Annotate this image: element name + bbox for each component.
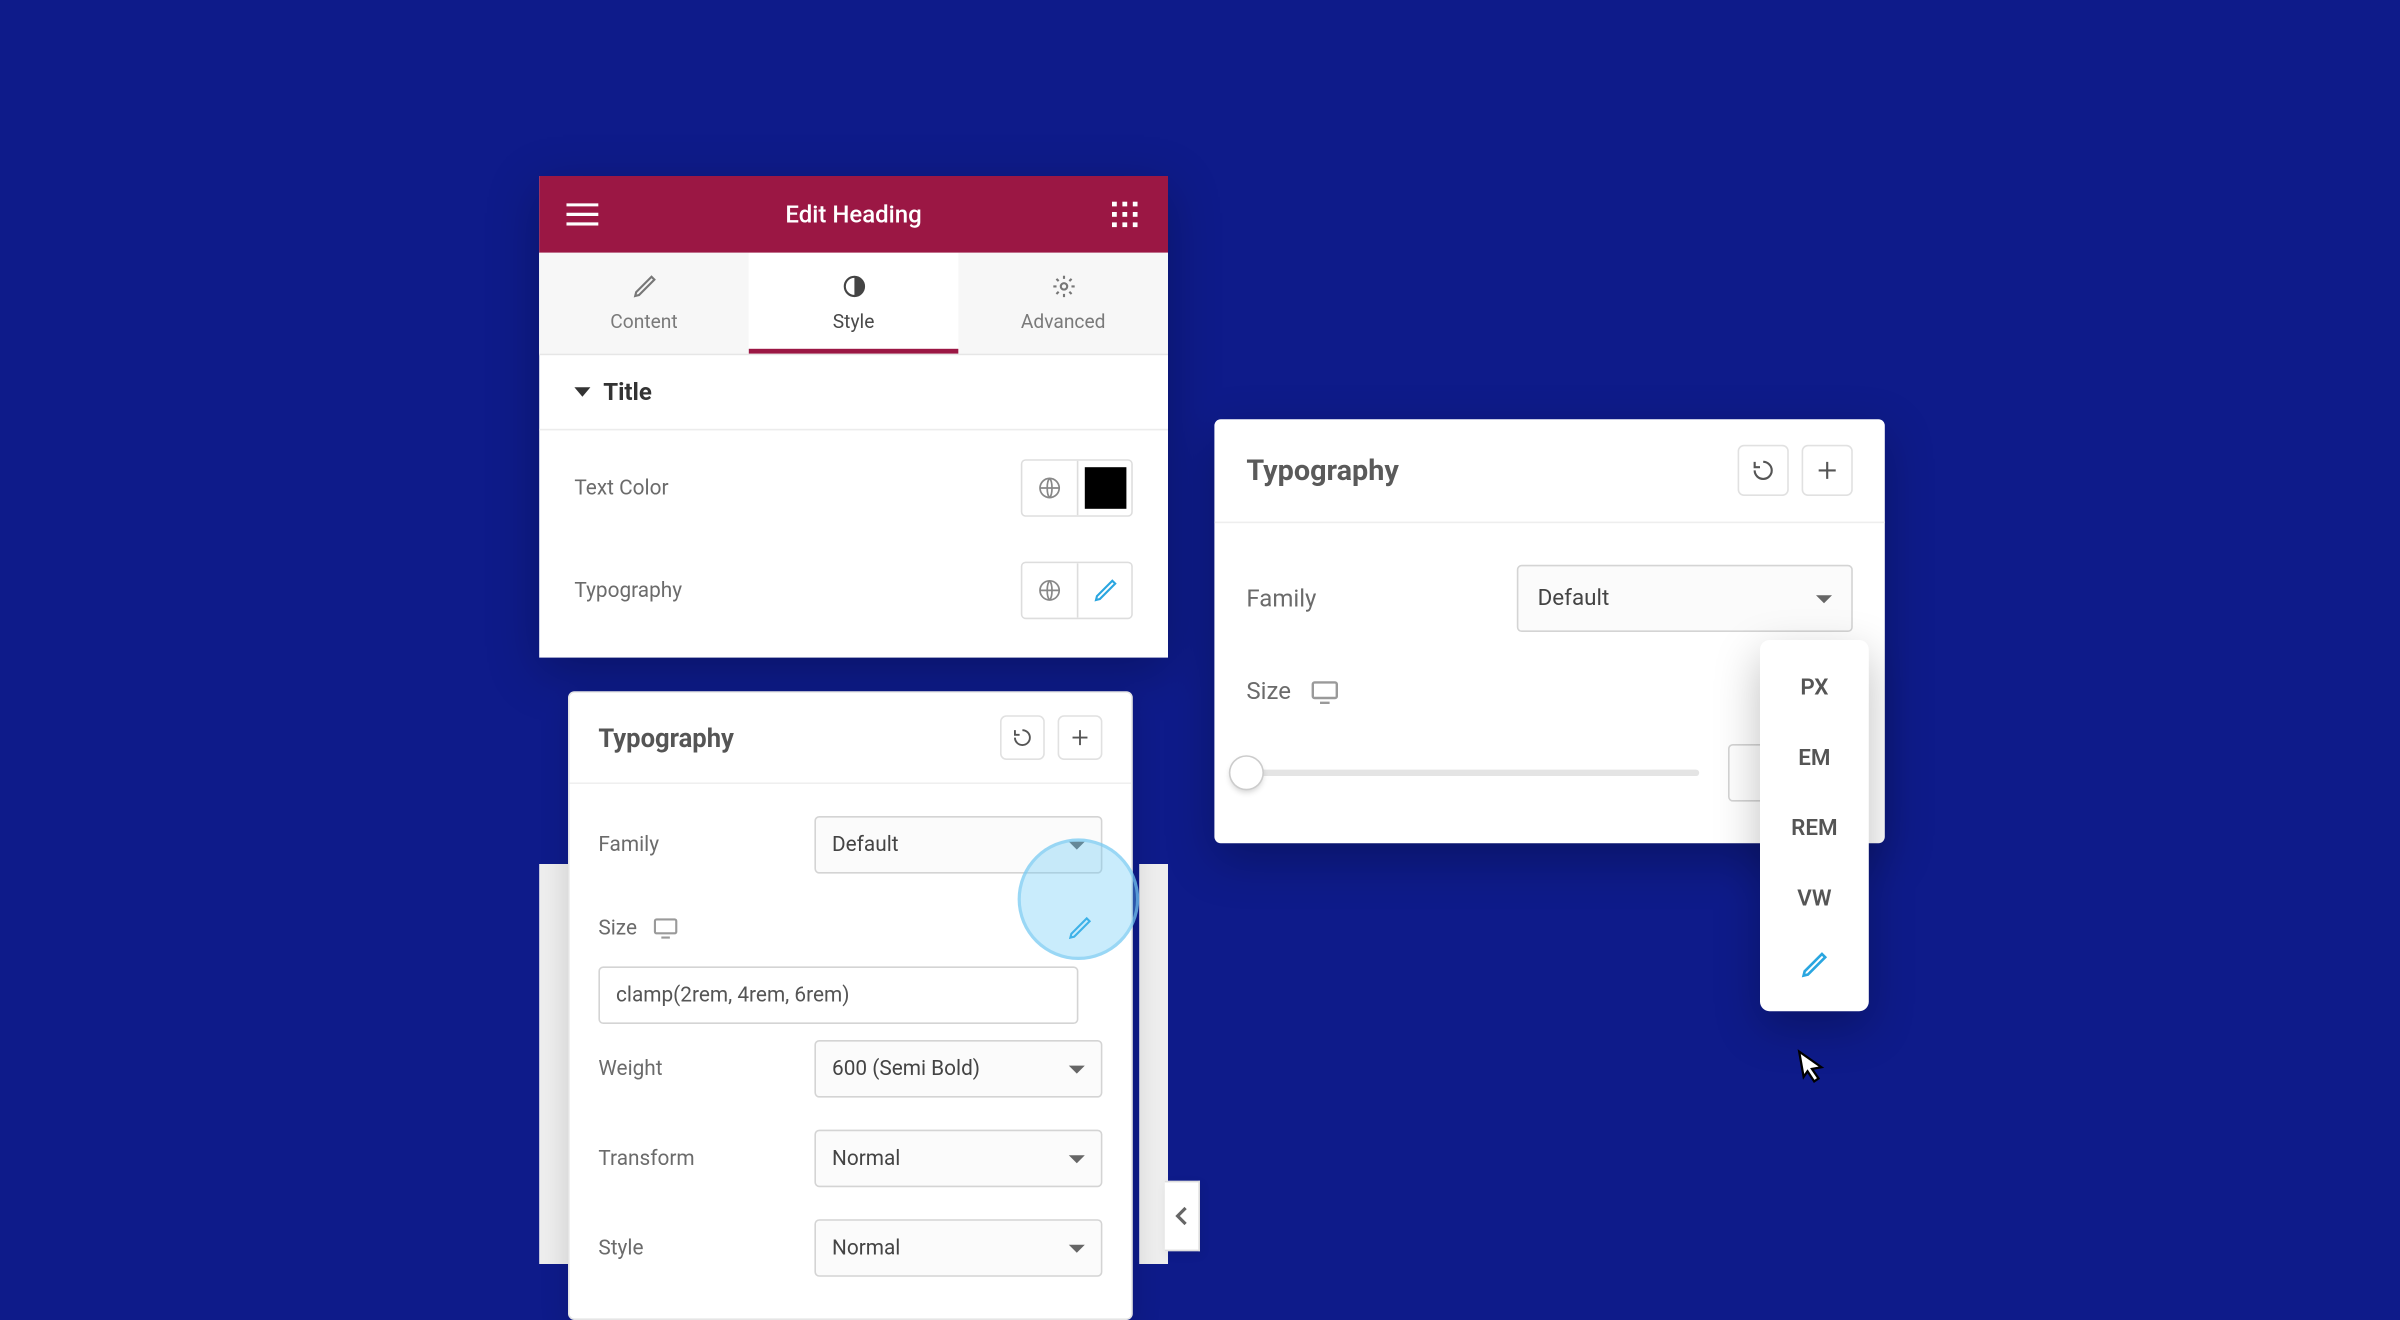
pencil-icon	[1800, 950, 1829, 979]
pointer-cursor-icon	[1784, 1043, 1841, 1105]
add-button[interactable]	[1058, 715, 1103, 760]
fontstyle-value: Normal	[832, 1236, 900, 1260]
popover-body: Family Default Size Wei	[570, 784, 1132, 1318]
row-text-color: Text Color	[574, 437, 1132, 539]
reset-button[interactable]	[1000, 715, 1045, 760]
caret-down-icon	[1816, 594, 1832, 602]
gear-icon	[1049, 272, 1078, 301]
tab-content[interactable]: Content	[539, 253, 749, 354]
panel-title: Edit Heading	[785, 200, 921, 229]
tab-advanced[interactable]: Advanced	[958, 253, 1168, 354]
unit-option-px[interactable]: PX	[1760, 653, 1869, 723]
family-label: Family	[598, 833, 659, 857]
color-swatch	[1084, 467, 1126, 509]
transform-select[interactable]: Normal	[814, 1130, 1102, 1188]
weight-value: 600 (Semi Bold)	[832, 1057, 980, 1081]
plus-icon	[1814, 458, 1840, 484]
panel-left-gutter	[539, 864, 568, 1264]
style-rows: Text Color Typography	[539, 430, 1168, 657]
unit-option-rem[interactable]: REM	[1760, 794, 1869, 864]
pencil-icon	[1092, 578, 1118, 604]
pencil-icon	[630, 272, 659, 301]
desktop-device-icon[interactable]	[1310, 679, 1339, 703]
popover-header: Typography	[570, 693, 1132, 784]
color-swatch-button[interactable]	[1077, 461, 1131, 515]
unit-option-em[interactable]: EM	[1760, 723, 1869, 793]
caret-down-icon	[1069, 1154, 1085, 1162]
family-select[interactable]: Default	[814, 816, 1102, 874]
panel2-size-label: Size	[1246, 677, 1291, 706]
family-value: Default	[832, 833, 899, 857]
caret-down-icon	[1069, 1065, 1085, 1073]
hamburger-menu-icon[interactable]	[565, 197, 600, 232]
popover-actions	[1000, 715, 1102, 760]
transform-label: Transform	[598, 1146, 694, 1170]
typography-label: Typography	[574, 578, 682, 602]
text-color-label: Text Color	[574, 476, 668, 500]
slider-thumb[interactable]	[1230, 757, 1262, 789]
caret-down-icon	[1069, 841, 1085, 849]
undo-icon	[1750, 458, 1776, 484]
field-transform: Transform Normal	[598, 1114, 1102, 1204]
tab-style-label: Style	[833, 310, 875, 332]
tab-content-label: Content	[610, 310, 677, 332]
tab-style[interactable]: Style	[749, 253, 959, 354]
apps-grid-icon[interactable]	[1107, 197, 1142, 232]
plus-icon	[1069, 726, 1091, 748]
pencil-icon	[1067, 915, 1093, 941]
panel2-family-value: Default	[1538, 586, 1610, 612]
weight-select[interactable]: 600 (Semi Bold)	[814, 1040, 1102, 1098]
panel-header: Edit Heading	[539, 176, 1168, 253]
row-typography: Typography	[574, 539, 1132, 641]
collapse-panel-button[interactable]	[1165, 1181, 1200, 1251]
panel2-field-family: Family Default	[1246, 542, 1852, 654]
size-label: Size	[598, 916, 637, 940]
unit-option-custom[interactable]	[1760, 934, 1869, 998]
fontstyle-label: Style	[598, 1236, 643, 1260]
typography-panel-header: Typography	[1214, 419, 1884, 523]
text-color-control	[1021, 459, 1133, 517]
field-family: Family Default	[598, 800, 1102, 890]
typography-panel-title: Typography	[1246, 454, 1398, 488]
popover-title: Typography	[598, 722, 734, 752]
panel2-family-label: Family	[1246, 584, 1316, 613]
section-title-toggle[interactable]: Title	[539, 355, 1168, 430]
panel-tabs: Content Style Advanced	[539, 253, 1168, 355]
panel2-family-select[interactable]: Default	[1517, 565, 1853, 632]
unit-dropdown: PX EM REM VW	[1760, 640, 1869, 1011]
fontstyle-select[interactable]: Normal	[814, 1219, 1102, 1277]
undo-icon	[1011, 726, 1033, 748]
field-style: Style Normal	[598, 1203, 1102, 1293]
caret-down-icon	[574, 387, 590, 397]
chevron-left-icon	[1174, 1205, 1190, 1227]
globe-icon	[1037, 578, 1063, 604]
field-weight: Weight 600 (Semi Bold)	[598, 1024, 1102, 1114]
size-custom-button[interactable]	[1058, 906, 1103, 951]
edit-typography-button[interactable]	[1077, 563, 1131, 617]
transform-value: Normal	[832, 1146, 900, 1170]
desktop-device-icon[interactable]	[653, 917, 679, 939]
typography-control	[1021, 562, 1133, 620]
typography-popover: Typography Family Default Size	[568, 691, 1133, 1320]
unit-option-vw[interactable]: VW	[1760, 864, 1869, 934]
global-typography-button[interactable]	[1022, 563, 1076, 617]
typography-panel-actions	[1738, 445, 1853, 496]
reset-button[interactable]	[1738, 445, 1789, 496]
caret-down-icon	[1069, 1244, 1085, 1252]
editor-panel: Edit Heading Content Style	[539, 176, 1168, 658]
section-title-label: Title	[603, 378, 652, 407]
contrast-icon	[839, 272, 868, 301]
weight-label: Weight	[598, 1057, 662, 1081]
size-slider[interactable]	[1246, 770, 1699, 776]
global-color-button[interactable]	[1022, 461, 1076, 515]
add-button[interactable]	[1802, 445, 1853, 496]
globe-icon	[1037, 475, 1063, 501]
size-custom-input[interactable]	[598, 966, 1078, 1024]
field-size: Size	[598, 890, 1102, 967]
panel-right-gutter	[1139, 864, 1168, 1264]
tab-advanced-label: Advanced	[1021, 310, 1106, 332]
